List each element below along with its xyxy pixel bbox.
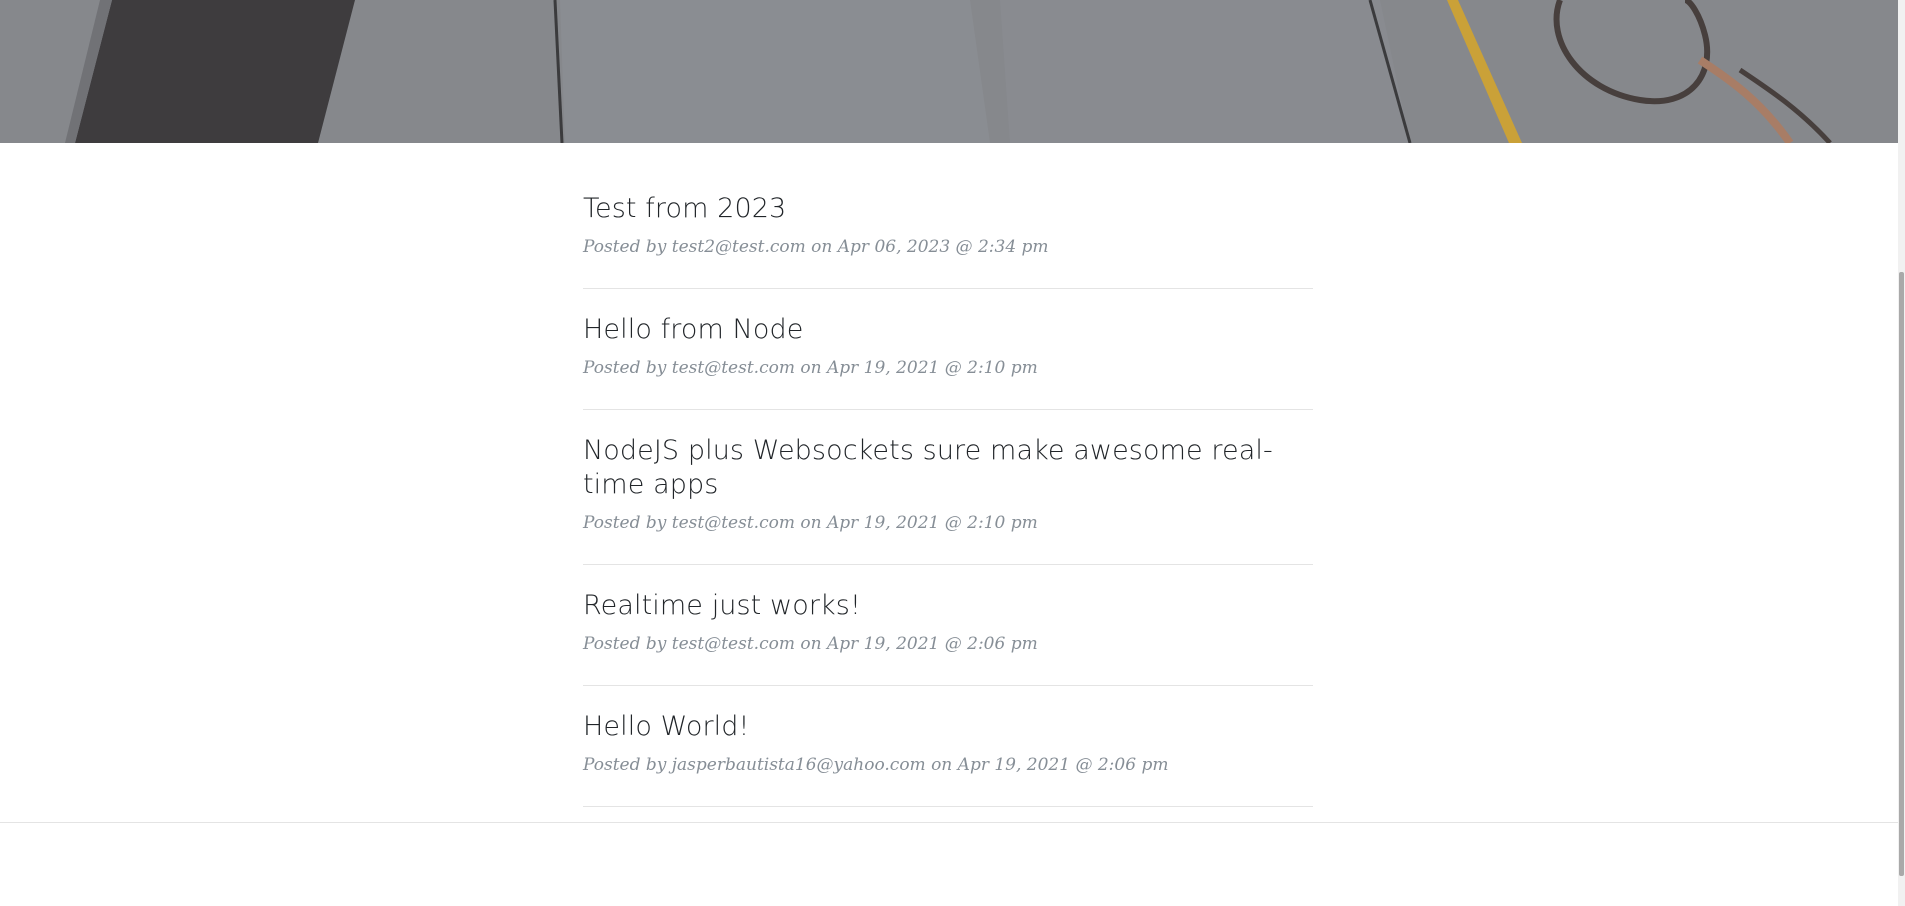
post-title-link[interactable]: Realtime just works! [583,589,1313,623]
post-preview: Test from 2023 Posted by test2@test.com … [583,168,1313,289]
scrollbar-thumb[interactable] [1899,272,1904,876]
footer-divider [0,822,1898,823]
post-meta: Posted by jasperbautista16@yahoo.com on … [583,755,1169,775]
post-preview: NodeJS plus Websockets sure make awesome… [583,410,1313,565]
post-title-link[interactable]: NodeJS plus Websockets sure make awesome… [583,434,1313,502]
post-preview: Realtime just works! Posted by test@test… [583,565,1313,686]
post-meta: Posted by test2@test.com on Apr 06, 2023… [583,237,1049,257]
post-title-link[interactable]: Hello from Node [583,313,1313,347]
post-list: Test from 2023 Posted by test2@test.com … [583,168,1313,807]
desk-background-image [0,0,1898,143]
page-scrollbar[interactable] [1898,0,1905,906]
post-meta: Posted by test@test.com on Apr 19, 2021 … [583,634,1038,654]
post-title-link[interactable]: Hello World! [583,710,1313,744]
post-title-link[interactable]: Test from 2023 [583,192,1313,226]
post-preview: Hello from Node Posted by test@test.com … [583,289,1313,410]
post-meta: Posted by test@test.com on Apr 19, 2021 … [583,513,1038,533]
post-meta: Posted by test@test.com on Apr 19, 2021 … [583,358,1038,378]
header-hero [0,0,1898,143]
post-preview: Hello World! Posted by jasperbautista16@… [583,686,1313,807]
